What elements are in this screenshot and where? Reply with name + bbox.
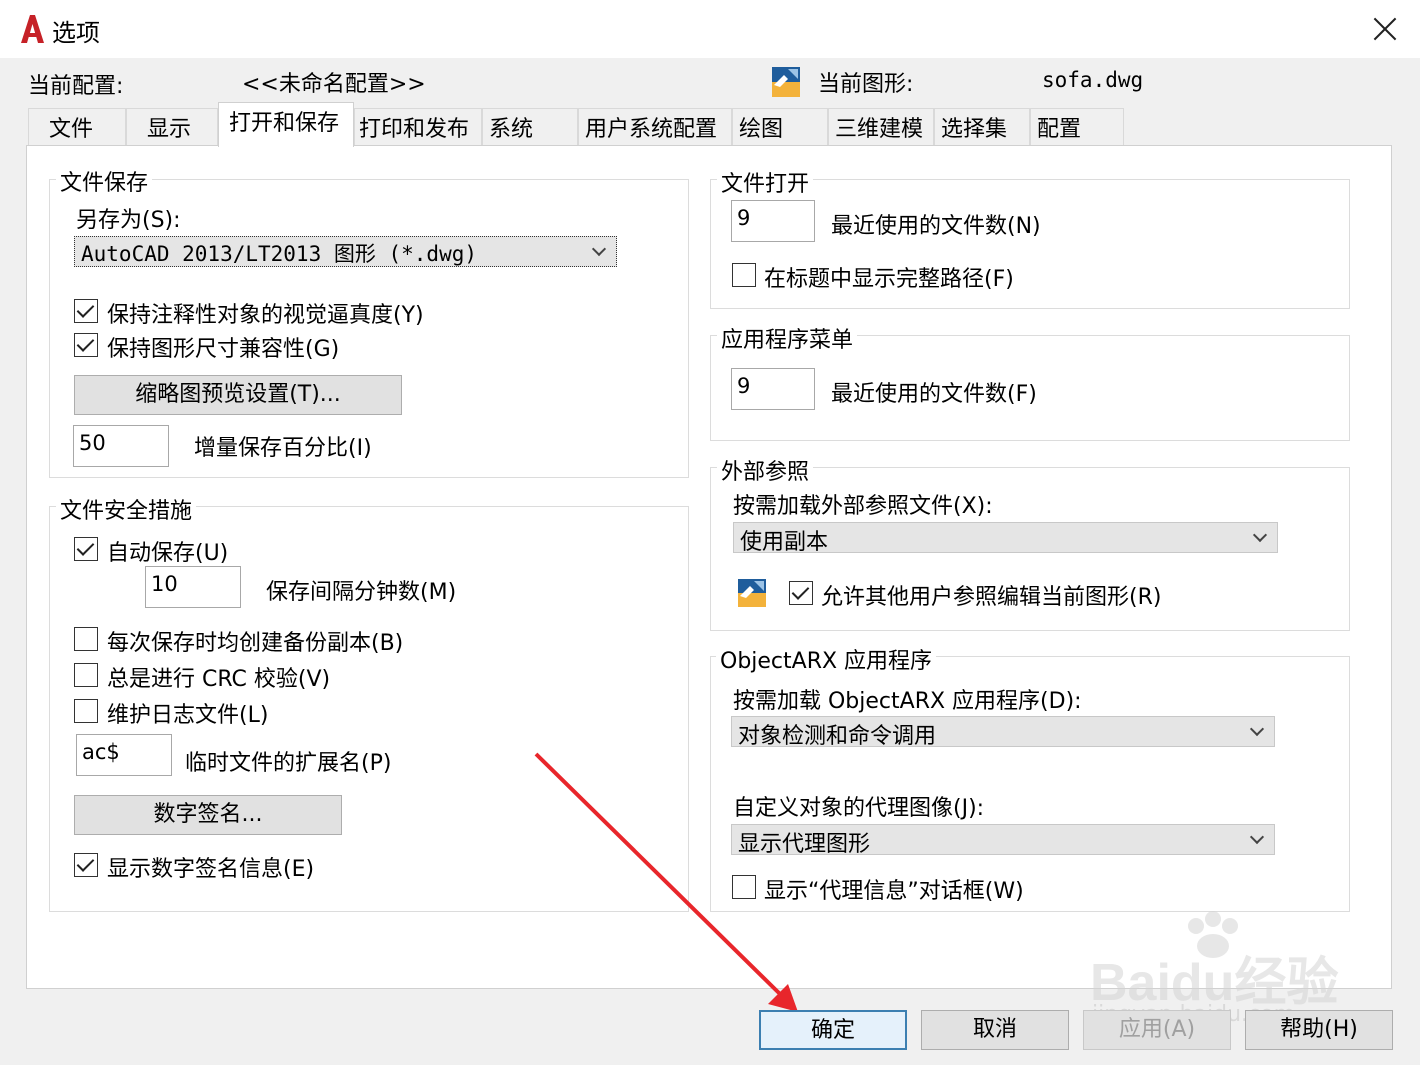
window-title: 选项 (52, 19, 100, 47)
chevron-down-icon (591, 241, 607, 257)
xref-demand-load-value: 使用副本 (740, 530, 829, 555)
allow-xref-edit-label: 允许其他用户参照编辑当前图形(R) (821, 585, 1162, 610)
allow-xref-edit-checkbox[interactable] (789, 581, 813, 605)
tab-profiles[interactable]: 配置 (1030, 108, 1124, 146)
maintain-annotative-checkbox[interactable] (74, 299, 98, 323)
autosave-checkbox[interactable] (74, 537, 98, 561)
app-menu-recent-label: 最近使用的文件数(F) (831, 382, 1037, 407)
recent-files-input[interactable]: 9 (731, 200, 815, 242)
file-open-legend: 文件打开 (717, 166, 814, 198)
incremental-save-input[interactable]: 50 (73, 425, 169, 467)
full-path-checkbox[interactable] (732, 263, 756, 287)
save-as-value: AutoCAD 2013/LT2013 图形 (*.dwg) (81, 242, 478, 266)
tab-system[interactable]: 系统 (482, 108, 578, 146)
file-safety-legend: 文件安全措施 (56, 493, 197, 525)
backup-copy-label: 每次保存时均创建备份副本(B) (107, 631, 404, 656)
current-profile-label: 当前配置: (28, 74, 124, 99)
drawing-file-icon (772, 67, 800, 97)
full-path-label: 在标题中显示完整路径(F) (764, 267, 1014, 292)
tab-files[interactable]: 文件 (28, 108, 126, 146)
tab-user-preferences[interactable]: 用户系统配置 (578, 108, 732, 146)
maintain-drawing-size-label: 保持图形尺寸兼容性(G) (107, 337, 340, 362)
objectarx-demand-load-label: 按需加载 ObjectARX 应用程序(D): (733, 689, 1082, 714)
temp-file-extension-label: 临时文件的扩展名(P) (185, 751, 392, 776)
cancel-button[interactable]: 取消 (921, 1010, 1069, 1050)
crc-check-label: 总是进行 CRC 校验(V) (107, 667, 331, 692)
xref-demand-load-dropdown[interactable]: 使用副本 (733, 522, 1278, 555)
autocad-logo-icon (21, 15, 44, 43)
drawing-file-icon (738, 579, 766, 607)
log-file-label: 维护日志文件(L) (107, 703, 269, 728)
maintain-annotative-label: 保持注释性对象的视觉逼真度(Y) (107, 303, 424, 328)
xref-legend: 外部参照 (717, 454, 814, 486)
save-as-label: 另存为(S): (76, 208, 181, 233)
recent-files-label: 最近使用的文件数(N) (831, 214, 1041, 239)
close-icon[interactable] (1368, 12, 1402, 46)
title-bar (0, 0, 1420, 58)
incremental-save-label: 增量保存百分比(I) (194, 436, 372, 461)
log-file-checkbox[interactable] (74, 699, 98, 723)
objectarx-demand-load-value: 对象检测和命令调用 (738, 724, 937, 749)
thumbnail-settings-button[interactable]: 缩略图预览设置(T)... (74, 375, 402, 415)
ok-button[interactable]: 确定 (759, 1010, 907, 1050)
autosave-label: 自动保存(U) (107, 541, 229, 566)
xref-demand-load-label: 按需加载外部参照文件(X): (733, 494, 993, 519)
autosave-interval-input[interactable]: 10 (145, 566, 241, 608)
tab-3d-modeling[interactable]: 三维建模 (828, 108, 934, 146)
chevron-down-icon (1252, 527, 1268, 543)
save-as-dropdown[interactable]: AutoCAD 2013/LT2013 图形 (*.dwg) (74, 236, 617, 267)
tab-plot-and-publish[interactable]: 打印和发布 (354, 108, 482, 146)
chevron-down-icon (1249, 829, 1265, 845)
app-menu-legend: 应用程序菜单 (717, 322, 858, 354)
digital-signatures-button[interactable]: 数字签名... (74, 795, 342, 835)
crc-check-checkbox[interactable] (74, 663, 98, 687)
objectarx-legend: ObjectARX 应用程序 (716, 643, 937, 675)
objectarx-demand-load-dropdown[interactable]: 对象检测和命令调用 (731, 716, 1275, 749)
app-menu-recent-input[interactable]: 9 (731, 368, 815, 410)
show-signature-label: 显示数字签名信息(E) (107, 857, 315, 882)
tab-display[interactable]: 显示 (126, 108, 218, 146)
current-drawing-value: sofa.dwg (1042, 68, 1144, 92)
help-button[interactable]: 帮助(H) (1245, 1010, 1393, 1050)
temp-file-extension-input[interactable]: ac$ (76, 734, 172, 776)
tab-selection[interactable]: 选择集 (934, 108, 1030, 146)
annotation-arrow (534, 752, 798, 1012)
tab-open-and-save[interactable]: 打开和保存 (218, 102, 354, 147)
backup-copy-checkbox[interactable] (74, 627, 98, 651)
maintain-drawing-size-checkbox[interactable] (74, 333, 98, 357)
chevron-down-icon (1249, 721, 1265, 737)
file-save-legend: 文件保存 (56, 165, 153, 197)
current-profile-value: <<未命名配置>> (242, 72, 426, 97)
current-drawing-label: 当前图形: (818, 72, 914, 97)
apply-button[interactable]: 应用(A) (1083, 1010, 1231, 1050)
autosave-interval-label: 保存间隔分钟数(M) (266, 580, 457, 605)
tab-drafting[interactable]: 绘图 (732, 108, 828, 146)
show-signature-checkbox[interactable] (74, 853, 98, 877)
proxy-images-dropdown[interactable]: 显示代理图形 (731, 824, 1275, 857)
